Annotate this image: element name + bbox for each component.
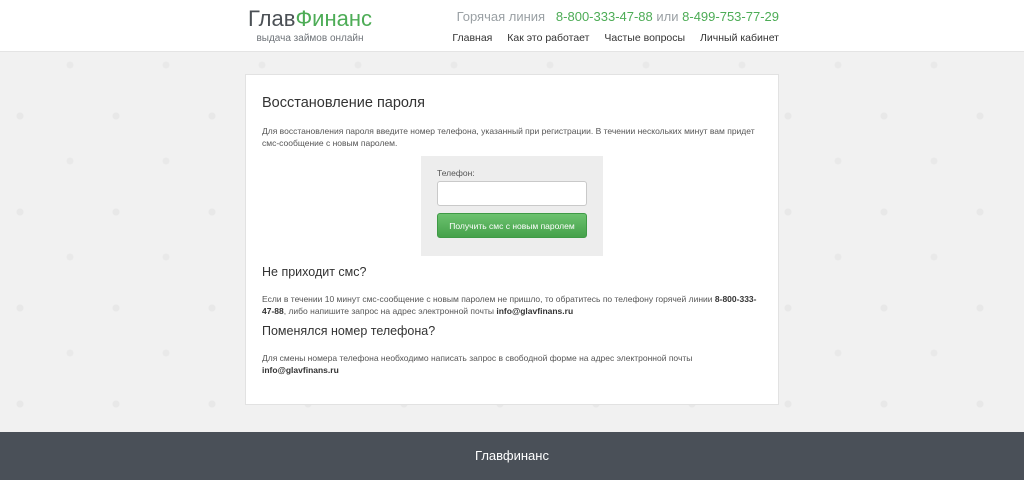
no-sms-email[interactable]: info@glavfinans.ru xyxy=(496,306,573,316)
site-footer: Главфинанс xyxy=(0,432,1024,480)
password-recovery-card: Восстановление пароля Для восстановления… xyxy=(245,74,779,405)
get-sms-button[interactable]: Получить смс с новым паролем xyxy=(437,213,587,238)
page-title: Восстановление пароля xyxy=(262,95,425,111)
logo-part1: Глав xyxy=(248,6,296,31)
logo-part2: Финанс xyxy=(295,6,372,31)
no-sms-heading: Не приходит смс? xyxy=(262,265,367,279)
logo[interactable]: ГлавФинанс выдача займов онлайн xyxy=(244,6,376,44)
nav-item-home[interactable]: Главная xyxy=(452,32,492,44)
hotline-label: Горячая линия xyxy=(456,9,546,24)
phone-changed-heading: Поменялся номер телефона? xyxy=(262,324,436,338)
phone-changed-text: Для смены номера телефона необходимо нап… xyxy=(262,352,762,376)
hotline-phone-2[interactable]: 8-499-753-77-29 xyxy=(682,9,779,24)
no-sms-text-middle: , либо напишите запрос на адрес электрон… xyxy=(283,306,494,316)
hotline-phone-1[interactable]: 8-800-333-47-88 xyxy=(556,9,653,24)
phone-changed-text-body: Для смены номера телефона необходимо нап… xyxy=(262,353,693,363)
phone-changed-email[interactable]: info@glavfinans.ru xyxy=(262,365,339,375)
hotline: Горячая линия 8-800-333-47-88 или 8-499-… xyxy=(457,9,779,24)
logo-title: ГлавФинанс xyxy=(244,6,376,32)
phone-label: Телефон: xyxy=(437,168,475,178)
intro-text: Для восстановления пароля введите номер … xyxy=(262,126,755,148)
hotline-or: или xyxy=(656,9,679,24)
nav-item-faq[interactable]: Частые вопросы xyxy=(604,32,685,44)
nav-item-account[interactable]: Личный кабинет xyxy=(700,32,779,44)
logo-subtitle: выдача займов онлайн xyxy=(256,33,364,44)
recovery-form: Телефон: Получить смс с новым паролем xyxy=(421,156,603,256)
phone-input[interactable] xyxy=(437,181,587,206)
nav-item-how-it-works[interactable]: Как это работает xyxy=(507,32,589,44)
site-header: ГлавФинанс выдача займов онлайн Горячая … xyxy=(0,0,1024,52)
main-nav: Главная Как это работает Частые вопросы … xyxy=(452,32,779,44)
footer-brand: Главфинанс xyxy=(475,448,549,463)
no-sms-text: Если в течении 10 минут смс-сообщение с … xyxy=(262,293,762,317)
no-sms-text-before: Если в течении 10 минут смс-сообщение с … xyxy=(262,294,713,304)
